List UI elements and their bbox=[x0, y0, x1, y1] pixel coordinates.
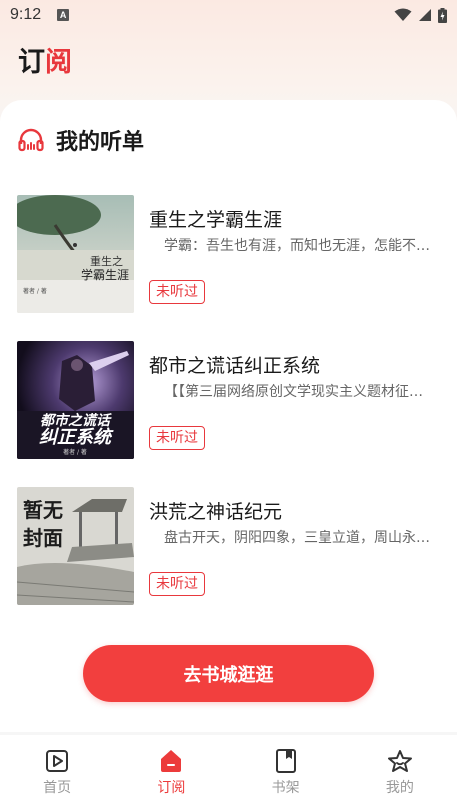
cover-text-2: 封面 bbox=[23, 526, 63, 550]
section-header: 我的听单 bbox=[18, 124, 144, 156]
go-to-store-button[interactable]: 去书城逛逛 bbox=[83, 645, 374, 702]
status-icons bbox=[394, 7, 447, 23]
tab-subscribe-label: 订阅 bbox=[157, 780, 186, 796]
subscribe-icon bbox=[161, 750, 182, 772]
book-item[interactable]: 都市之谎话 纠正系统 著者 / 著 都市之谎话纠正系统 【【第三届网络原创文学现… bbox=[17, 341, 440, 459]
wifi-icon bbox=[394, 8, 412, 21]
signal-icon bbox=[419, 9, 431, 21]
tab-bookshelf-label: 书架 bbox=[271, 780, 300, 796]
notification-icon: A bbox=[57, 9, 70, 21]
cover-text-2: 纠正系统 bbox=[39, 427, 114, 448]
listen-list-card: 我的听单 重生之 学霸生涯 著者 / 著 重生之学霸生涯 学霸：吾生也有涯，而知… bbox=[0, 100, 457, 732]
page-title-part2: 阅 bbox=[45, 47, 72, 78]
page-title: 订阅 bbox=[18, 40, 72, 79]
tab-subscribe[interactable]: 订阅 bbox=[114, 735, 228, 812]
status-bar: 9:12 A bbox=[0, 0, 457, 30]
cover-text-2: 学霸生涯 bbox=[81, 267, 129, 282]
bookshelf-icon bbox=[275, 749, 296, 773]
book-title: 都市之谎话纠正系统 bbox=[149, 355, 321, 377]
headphones-icon bbox=[18, 128, 44, 152]
tab-profile-label: 我的 bbox=[385, 780, 414, 796]
book-description: 【【第三届网络原创文学现实主义题材征… bbox=[164, 384, 423, 400]
tab-profile[interactable]: 我的 bbox=[343, 735, 457, 812]
home-play-icon bbox=[46, 750, 69, 772]
book-item[interactable]: 重生之 学霸生涯 著者 / 著 重生之学霸生涯 学霸：吾生也有涯，而知也无涯，怎… bbox=[17, 195, 440, 313]
book-cover: 暂无 封面 bbox=[17, 487, 134, 605]
book-title: 重生之学霸生涯 bbox=[149, 209, 283, 231]
cover-author: 著者 / 著 bbox=[63, 448, 87, 456]
status-badge: 未听过 bbox=[149, 572, 205, 596]
cover-text-1: 暂无 bbox=[23, 498, 63, 522]
tab-home[interactable]: 首页 bbox=[0, 735, 114, 812]
book-description: 学霸：吾生也有涯，而知也无涯，怎能不… bbox=[164, 238, 430, 254]
page-title-part1: 订 bbox=[18, 47, 45, 78]
book-title: 洪荒之神话纪元 bbox=[149, 501, 283, 523]
battery-icon bbox=[438, 7, 447, 23]
cover-text-1: 重生之 bbox=[90, 254, 123, 268]
tab-home-label: 首页 bbox=[43, 780, 72, 796]
bottom-tab-bar: 首页 订阅 书架 我的 bbox=[0, 735, 457, 812]
status-badge: 未听过 bbox=[149, 426, 205, 450]
section-title: 我的听单 bbox=[56, 130, 145, 155]
book-description: 盘古开天，阴阳四象，三皇立道，周山永… bbox=[164, 530, 430, 546]
book-cover: 重生之 学霸生涯 著者 / 著 bbox=[17, 195, 134, 313]
cover-author: 著者 / 著 bbox=[23, 287, 47, 295]
book-item[interactable]: 暂无 封面 洪荒之神话纪元 盘古开天，阴阳四象，三皇立道，周山永… 未听过 bbox=[17, 487, 440, 605]
profile-star-icon bbox=[387, 750, 412, 772]
status-badge: 未听过 bbox=[149, 280, 205, 304]
status-time: 9:12 bbox=[10, 6, 42, 23]
book-cover: 都市之谎话 纠正系统 著者 / 著 bbox=[17, 341, 134, 459]
tab-bookshelf[interactable]: 书架 bbox=[229, 735, 343, 812]
